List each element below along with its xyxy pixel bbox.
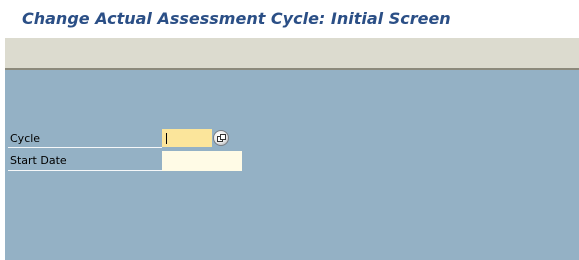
start-date-input[interactable] [162, 151, 242, 171]
value-help-icon [216, 133, 226, 142]
cycle-label: Cycle [10, 132, 41, 145]
application-toolbar [5, 38, 579, 70]
text-cursor [166, 133, 167, 144]
title-bar: Change Actual Assessment Cycle: Initial … [0, 0, 579, 38]
main-area [5, 70, 579, 260]
value-help-button[interactable] [213, 130, 229, 146]
start-date-label: Start Date [10, 154, 67, 167]
cycle-label-underline [8, 147, 162, 148]
sap-screen: Change Actual Assessment Cycle: Initial … [0, 0, 579, 260]
start-date-label-underline [8, 170, 162, 171]
page-title: Change Actual Assessment Cycle: Initial … [22, 9, 451, 28]
cycle-input[interactable] [162, 129, 212, 147]
